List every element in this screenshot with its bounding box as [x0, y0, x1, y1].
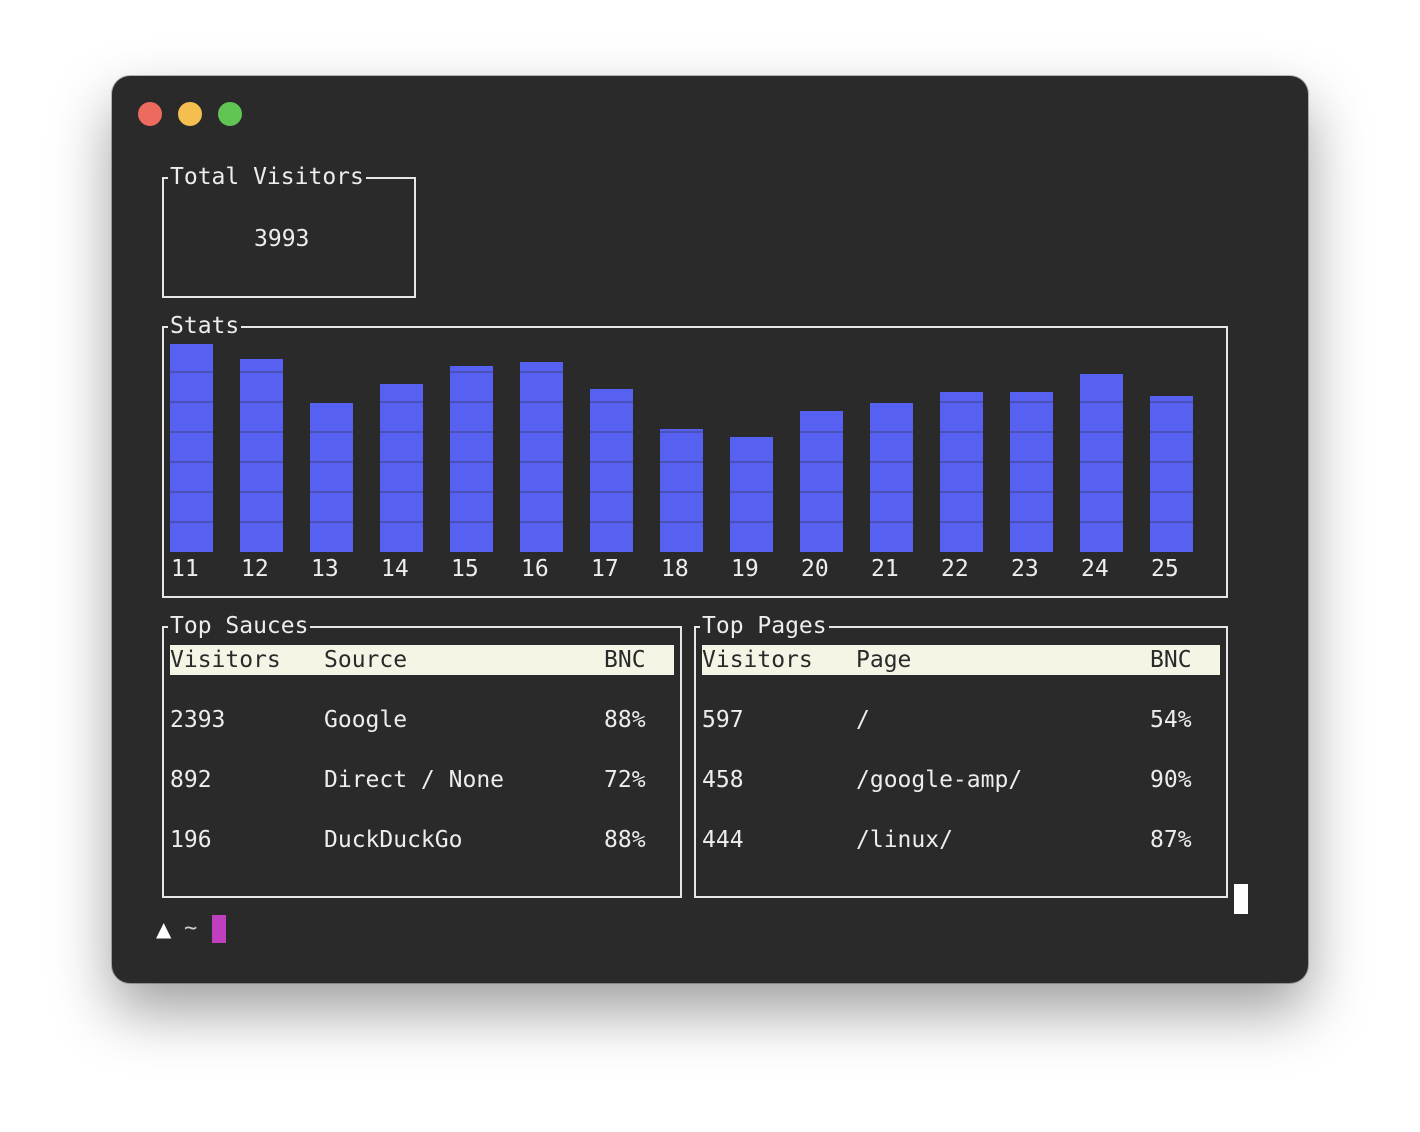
tick-label: 23 [1011, 556, 1039, 582]
bar-12 [240, 359, 283, 552]
row-page: /linux/ [856, 827, 953, 853]
stats-panel: Stats 11 12 13 14 15 16 17 18 19 20 21 22 23 24 25 [162, 311, 1228, 598]
top-sources-header-row: Visitors Source BNC [170, 645, 674, 675]
row-source: Google [324, 707, 408, 733]
bar [520, 362, 563, 552]
row-bnc: 88% [604, 827, 646, 853]
row-bnc: 54% [1150, 707, 1192, 733]
bar [590, 389, 633, 552]
row-visitors: 458 [702, 767, 744, 793]
bar-17 [590, 389, 633, 552]
bar [1150, 396, 1193, 552]
tick-label: 14 [381, 556, 409, 582]
bar-21 [870, 403, 913, 552]
total-visitors-value: 3993 [254, 226, 310, 252]
tick-label: 25 [1151, 556, 1179, 582]
prompt-home-dir: ~ [184, 916, 198, 941]
bar [240, 359, 283, 552]
tick-label: 16 [521, 556, 549, 582]
bar-15 [450, 366, 493, 552]
total-visitors-panel: Total Visitors 3993 [162, 162, 416, 298]
total-visitors-title: Total Visitors [168, 162, 366, 192]
tick-label: 17 [591, 556, 619, 582]
tick-label: 13 [311, 556, 339, 582]
bar-22 [940, 392, 983, 552]
prompt-cursor [212, 915, 226, 943]
table-row: 444 /linux/ 87% [702, 825, 1220, 855]
row-visitors: 444 [702, 827, 744, 853]
bar-16 [520, 362, 563, 552]
row-visitors: 892 [170, 767, 212, 793]
bar [450, 366, 493, 552]
row-source: Direct / None [324, 767, 505, 793]
zoom-button[interactable] [218, 102, 242, 126]
bar-20 [800, 411, 843, 552]
bar [310, 403, 353, 552]
bar-25 [1150, 396, 1193, 552]
row-visitors: 597 [702, 707, 744, 733]
table-row: 597 / 54% [702, 705, 1220, 735]
table-row: 196 DuckDuckGo 88% [170, 825, 674, 855]
row-bnc: 87% [1150, 827, 1192, 853]
tick-label: 24 [1081, 556, 1109, 582]
tick-label: 19 [731, 556, 759, 582]
row-visitors: 196 [170, 827, 212, 853]
table-row: 458 /google-amp/ 90% [702, 765, 1220, 795]
row-visitors: 2393 [170, 707, 226, 733]
top-pages-panel: Top Pages Visitors Page BNC 597 / 54% 45… [694, 611, 1228, 898]
tick-label: 15 [451, 556, 479, 582]
bar-23 [1010, 392, 1053, 552]
bar [730, 437, 773, 552]
block-cursor [1234, 884, 1248, 914]
prompt-triangle-icon: ▲ [156, 917, 172, 941]
bar [170, 344, 213, 552]
top-sources-panel: Top Sauces Visitors Source BNC 2393 Goog… [162, 611, 682, 898]
bar-19 [730, 437, 773, 552]
close-button[interactable] [138, 102, 162, 126]
bar [380, 384, 423, 552]
bar-13 [310, 403, 353, 552]
column-header-bnc: BNC [604, 647, 646, 673]
table-row: 2393 Google 88% [170, 705, 674, 735]
column-header-visitors: Visitors [702, 647, 813, 673]
table-row: 892 Direct / None 72% [170, 765, 674, 795]
column-header-bnc: BNC [1150, 647, 1192, 673]
bar [1010, 392, 1053, 552]
tick-label: 20 [801, 556, 829, 582]
column-header-visitors: Visitors [170, 647, 281, 673]
bar-11 [170, 344, 213, 552]
tick-label: 12 [241, 556, 269, 582]
top-sources-title: Top Sauces [168, 611, 311, 641]
stats-bar-chart: 11 12 13 14 15 16 17 18 19 20 21 22 23 24 25 [170, 344, 1193, 582]
row-bnc: 72% [604, 767, 646, 793]
tick-label: 18 [661, 556, 689, 582]
terminal-window: Total Visitors 3993 Stats 11 12 13 14 15 16 17… [112, 76, 1308, 983]
column-header-source: Source [324, 647, 408, 673]
tick-label: 21 [871, 556, 899, 582]
minimize-button[interactable] [178, 102, 202, 126]
top-pages-header-row: Visitors Page BNC [702, 645, 1220, 675]
tick-label: 11 [171, 556, 199, 582]
bar-14 [380, 384, 423, 552]
bar [870, 403, 913, 552]
row-page: / [856, 707, 870, 733]
row-source: DuckDuckGo [324, 827, 463, 853]
tick-label: 22 [941, 556, 969, 582]
bar [660, 429, 703, 552]
column-header-page: Page [856, 647, 912, 673]
top-pages-title: Top Pages [700, 611, 829, 641]
bar [940, 392, 983, 552]
bar-24 [1080, 374, 1123, 552]
bar [1080, 374, 1123, 552]
row-page: /google-amp/ [856, 767, 1023, 793]
bar-18 [660, 429, 703, 552]
row-bnc: 88% [604, 707, 646, 733]
row-bnc: 90% [1150, 767, 1192, 793]
